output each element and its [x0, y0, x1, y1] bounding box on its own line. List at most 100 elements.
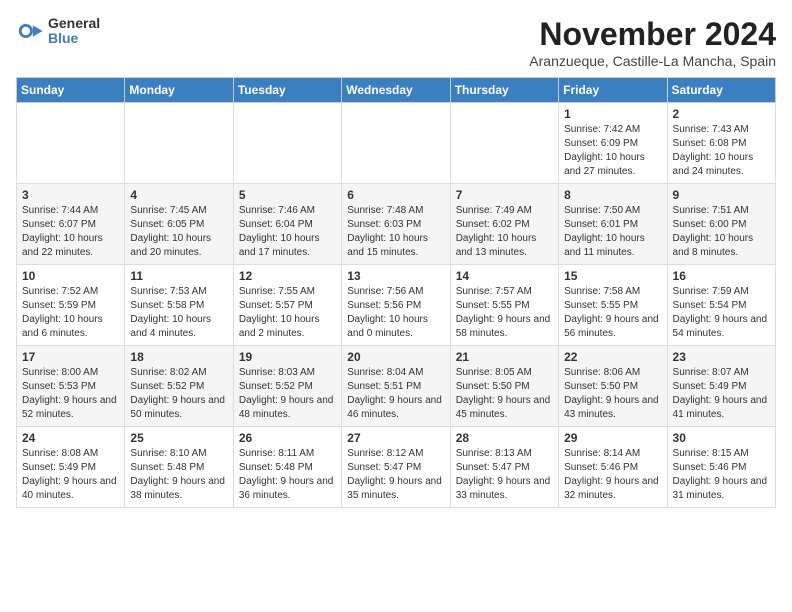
calendar-cell: 24 Sunrise: 8:08 AM Sunset: 5:49 PM Dayli… — [17, 427, 125, 508]
day-info: Sunrise: 7:51 AM Sunset: 6:00 PM Dayligh… — [673, 204, 770, 260]
calendar-week-row: 24 Sunrise: 8:08 AM Sunset: 5:49 PM Dayli… — [17, 427, 776, 508]
logo-text: General Blue — [48, 16, 100, 47]
calendar-cell: 18 Sunrise: 8:02 AM Sunset: 5:52 PM Dayli… — [125, 346, 233, 427]
day-info: Sunrise: 8:05 AM Sunset: 5:50 PM Dayligh… — [456, 366, 553, 422]
calendar-cell: 1Sunrise: 7:42 AM Sunset: 6:09 PM Daylig… — [559, 103, 667, 184]
calendar-cell: 3 Sunrise: 7:44 AM Sunset: 6:07 PM Daylig… — [17, 184, 125, 265]
day-info: Sunrise: 7:55 AM Sunset: 5:57 PM Dayligh… — [239, 285, 336, 341]
day-number: 27 — [347, 431, 444, 445]
calendar-cell: 23Sunrise: 8:07 AM Sunset: 5:49 PM Dayli… — [667, 346, 775, 427]
calendar-cell: 11Sunrise: 7:53 AM Sunset: 5:58 PM Dayli… — [125, 265, 233, 346]
day-info: Sunrise: 7:58 AM Sunset: 5:55 PM Dayligh… — [564, 285, 661, 341]
day-number: 19 — [239, 350, 336, 364]
day-number: 21 — [456, 350, 553, 364]
logo-general-text: General — [48, 16, 100, 31]
calendar-cell: 16 Sunrise: 7:59 AM Sunset: 5:54 PM Dayli… — [667, 265, 775, 346]
calendar-cell: 17 Sunrise: 8:00 AM Sunset: 5:53 PM Dayli… — [17, 346, 125, 427]
day-number: 20 — [347, 350, 444, 364]
day-info: Sunrise: 8:13 AM Sunset: 5:47 PM Dayligh… — [456, 447, 553, 503]
logo-blue-text: Blue — [48, 31, 100, 46]
day-info: Sunrise: 8:14 AM Sunset: 5:46 PM Dayligh… — [564, 447, 661, 503]
day-info: Sunrise: 7:44 AM Sunset: 6:07 PM Dayligh… — [22, 204, 119, 260]
day-number: 8 — [564, 188, 661, 202]
weekday-header-row: SundayMondayTuesdayWednesdayThursdayFrid… — [17, 78, 776, 103]
day-info: Sunrise: 8:00 AM Sunset: 5:53 PM Dayligh… — [22, 366, 119, 422]
day-info: Sunrise: 8:11 AM Sunset: 5:48 PM Dayligh… — [239, 447, 336, 503]
logo-icon — [16, 17, 44, 45]
day-number: 2 — [673, 107, 770, 121]
day-info: Sunrise: 7:56 AM Sunset: 5:56 PM Dayligh… — [347, 285, 444, 341]
day-info: Sunrise: 7:49 AM Sunset: 6:02 PM Dayligh… — [456, 204, 553, 260]
calendar-cell: 26Sunrise: 8:11 AM Sunset: 5:48 PM Dayli… — [233, 427, 341, 508]
day-info: Sunrise: 8:04 AM Sunset: 5:51 PM Dayligh… — [347, 366, 444, 422]
day-info: Sunrise: 7:50 AM Sunset: 6:01 PM Dayligh… — [564, 204, 661, 260]
calendar-cell: 9Sunrise: 7:51 AM Sunset: 6:00 PM Daylig… — [667, 184, 775, 265]
day-info: Sunrise: 8:12 AM Sunset: 5:47 PM Dayligh… — [347, 447, 444, 503]
calendar-table: SundayMondayTuesdayWednesdayThursdayFrid… — [16, 77, 776, 508]
day-number: 15 — [564, 269, 661, 283]
location-subtitle: Aranzueque, Castille-La Mancha, Spain — [529, 53, 776, 69]
weekday-header-saturday: Saturday — [667, 78, 775, 103]
day-number: 14 — [456, 269, 553, 283]
weekday-header-monday: Monday — [125, 78, 233, 103]
day-info: Sunrise: 8:15 AM Sunset: 5:46 PM Dayligh… — [673, 447, 770, 503]
day-info: Sunrise: 7:48 AM Sunset: 6:03 PM Dayligh… — [347, 204, 444, 260]
day-number: 4 — [130, 188, 227, 202]
day-number: 16 — [673, 269, 770, 283]
calendar-cell: 28 Sunrise: 8:13 AM Sunset: 5:47 PM Dayli… — [450, 427, 558, 508]
day-number: 28 — [456, 431, 553, 445]
day-info: Sunrise: 8:03 AM Sunset: 5:52 PM Dayligh… — [239, 366, 336, 422]
day-number: 13 — [347, 269, 444, 283]
weekday-header-thursday: Thursday — [450, 78, 558, 103]
day-number: 25 — [130, 431, 227, 445]
calendar-cell: 25Sunrise: 8:10 AM Sunset: 5:48 PM Dayli… — [125, 427, 233, 508]
month-title: November 2024 — [529, 16, 776, 53]
day-info: Sunrise: 7:57 AM Sunset: 5:55 PM Dayligh… — [456, 285, 553, 341]
calendar-cell: 21 Sunrise: 8:05 AM Sunset: 5:50 PM Dayli… — [450, 346, 558, 427]
calendar-week-row: 3 Sunrise: 7:44 AM Sunset: 6:07 PM Daylig… — [17, 184, 776, 265]
calendar-cell: 4 Sunrise: 7:45 AM Sunset: 6:05 PM Daylig… — [125, 184, 233, 265]
day-number: 12 — [239, 269, 336, 283]
calendar-cell — [450, 103, 558, 184]
day-info: Sunrise: 8:08 AM Sunset: 5:49 PM Dayligh… — [22, 447, 119, 503]
day-number: 7 — [456, 188, 553, 202]
day-info: Sunrise: 7:52 AM Sunset: 5:59 PM Dayligh… — [22, 285, 119, 341]
day-number: 22 — [564, 350, 661, 364]
day-info: Sunrise: 7:45 AM Sunset: 6:05 PM Dayligh… — [130, 204, 227, 260]
calendar-cell: 2Sunrise: 7:43 AM Sunset: 6:08 PM Daylig… — [667, 103, 775, 184]
page-header: General Blue November 2024 Aranzueque, C… — [16, 16, 776, 69]
calendar-cell — [17, 103, 125, 184]
day-number: 29 — [564, 431, 661, 445]
day-number: 11 — [130, 269, 227, 283]
day-info: Sunrise: 8:02 AM Sunset: 5:52 PM Dayligh… — [130, 366, 227, 422]
calendar-cell: 6Sunrise: 7:48 AM Sunset: 6:03 PM Daylig… — [342, 184, 450, 265]
calendar-cell: 5Sunrise: 7:46 AM Sunset: 6:04 PM Daylig… — [233, 184, 341, 265]
calendar-cell — [233, 103, 341, 184]
calendar-cell: 10 Sunrise: 7:52 AM Sunset: 5:59 PM Dayli… — [17, 265, 125, 346]
calendar-week-row: 1Sunrise: 7:42 AM Sunset: 6:09 PM Daylig… — [17, 103, 776, 184]
day-number: 18 — [130, 350, 227, 364]
calendar-week-row: 10 Sunrise: 7:52 AM Sunset: 5:59 PM Dayli… — [17, 265, 776, 346]
calendar-cell: 27 Sunrise: 8:12 AM Sunset: 5:47 PM Dayli… — [342, 427, 450, 508]
calendar-cell: 13 Sunrise: 7:56 AM Sunset: 5:56 PM Dayli… — [342, 265, 450, 346]
logo: General Blue — [16, 16, 100, 47]
title-block: November 2024 Aranzueque, Castille-La Ma… — [529, 16, 776, 69]
calendar-week-row: 17 Sunrise: 8:00 AM Sunset: 5:53 PM Dayli… — [17, 346, 776, 427]
day-info: Sunrise: 8:06 AM Sunset: 5:50 PM Dayligh… — [564, 366, 661, 422]
day-info: Sunrise: 7:46 AM Sunset: 6:04 PM Dayligh… — [239, 204, 336, 260]
day-number: 3 — [22, 188, 119, 202]
calendar-cell: 30Sunrise: 8:15 AM Sunset: 5:46 PM Dayli… — [667, 427, 775, 508]
calendar-cell: 8 Sunrise: 7:50 AM Sunset: 6:01 PM Daylig… — [559, 184, 667, 265]
weekday-header-wednesday: Wednesday — [342, 78, 450, 103]
day-number: 17 — [22, 350, 119, 364]
day-info: Sunrise: 7:59 AM Sunset: 5:54 PM Dayligh… — [673, 285, 770, 341]
day-info: Sunrise: 7:42 AM Sunset: 6:09 PM Dayligh… — [564, 123, 661, 179]
day-number: 10 — [22, 269, 119, 283]
calendar-cell: 7 Sunrise: 7:49 AM Sunset: 6:02 PM Daylig… — [450, 184, 558, 265]
calendar-cell — [125, 103, 233, 184]
day-number: 23 — [673, 350, 770, 364]
calendar-cell — [342, 103, 450, 184]
weekday-header-tuesday: Tuesday — [233, 78, 341, 103]
weekday-header-friday: Friday — [559, 78, 667, 103]
day-number: 24 — [22, 431, 119, 445]
